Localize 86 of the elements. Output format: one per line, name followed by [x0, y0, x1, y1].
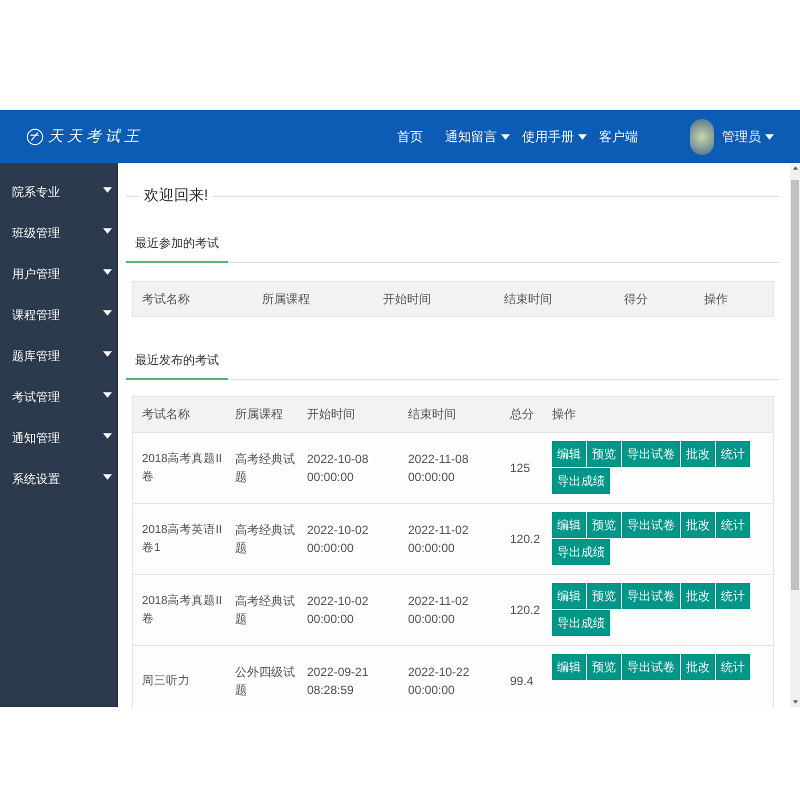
nav-link[interactable]: 通知留言 [445, 126, 510, 146]
action-button[interactable]: 批改 [681, 654, 715, 680]
column-header: 结束时间 [504, 290, 553, 308]
section-tab[interactable]: 最近发布的考试 [126, 350, 228, 380]
table-cell-text: 125 [510, 460, 532, 476]
action-button[interactable]: 导出成绩 [552, 468, 610, 494]
sidebar-item[interactable]: 班级管理 [0, 224, 118, 265]
table-cell-text: 2022-10-02 00:00:00 [307, 592, 368, 628]
table-cell-text: 120.2 [510, 530, 542, 548]
action-button[interactable]: 批改 [681, 512, 715, 538]
table-cell-text: 2022-09-21 08:28:59 [307, 664, 368, 698]
nav-link[interactable]: 首页 [397, 126, 423, 146]
action-button[interactable]: 编辑 [552, 440, 586, 466]
table-cell-text: 99.4 [510, 672, 534, 690]
scroll-down-icon[interactable] [792, 700, 798, 704]
table-cell-text: 2022-10-22 00:00:00 [408, 664, 470, 698]
logo-icon [26, 128, 44, 146]
action-button[interactable]: 批改 [681, 582, 715, 608]
column-header: 得分 [624, 290, 649, 308]
caret-icon [103, 187, 112, 193]
sidebar-item[interactable]: 用户管理 [0, 265, 118, 306]
scroll-up-icon[interactable] [792, 166, 798, 170]
section-tab[interactable]: 最近参加的考试 [126, 234, 228, 262]
action-button[interactable]: 编辑 [552, 582, 586, 608]
table-cell-text: 2022-11-02 00:00:00 [408, 592, 468, 628]
table-cell-text: 2022-11-08 00:00:00 [408, 450, 468, 486]
action-button[interactable]: 统计 [716, 512, 750, 538]
action-button[interactable]: 批改 [681, 440, 715, 466]
caret-icon [103, 310, 112, 316]
action-button[interactable]: 编辑 [552, 512, 586, 538]
table-cell-text: 周三听力 [142, 674, 191, 689]
column-header: 操作 [704, 290, 729, 308]
table-cell-text: 高考经典试题 [235, 522, 296, 556]
action-button[interactable]: 导出成绩 [552, 538, 610, 564]
avatar [690, 118, 714, 154]
table-cell-text: 2022-10-02 00:00:00 [307, 522, 368, 556]
column-header: 所属课程 [235, 406, 284, 423]
sidebar-item[interactable]: 考试管理 [0, 388, 118, 429]
column-header: 操作 [552, 406, 577, 423]
sidebar-item[interactable]: 通知管理 [0, 429, 118, 470]
welcome-title: 欢迎回来! [143, 186, 210, 206]
action-button[interactable]: 导出试卷 [622, 582, 680, 608]
nav-link[interactable]: 客户端 [599, 126, 638, 146]
column-header: 所属课程 [262, 290, 311, 308]
column-header: 考试名称 [142, 290, 191, 308]
action-button[interactable]: 导出试卷 [622, 512, 680, 538]
column-header: 结束时间 [408, 406, 457, 423]
caret-icon [103, 228, 112, 234]
column-header: 总分 [510, 406, 535, 423]
action-button[interactable]: 编辑 [552, 654, 586, 680]
action-button[interactable]: 预览 [587, 512, 621, 538]
column-header: 开始时间 [307, 406, 356, 423]
sidebar-item[interactable]: 系统设置 [0, 470, 118, 511]
action-button[interactable]: 导出试卷 [622, 440, 680, 466]
caret-icon [103, 474, 112, 480]
sidebar-item[interactable]: 题库管理 [0, 347, 118, 388]
table-cell-text: 2022-10-08 00:00:00 [307, 450, 368, 486]
action-button[interactable]: 导出成绩 [552, 610, 610, 636]
table-cell-text: 2018高考真题II卷 [142, 451, 223, 484]
nav-link[interactable]: 使用手册 [522, 126, 587, 146]
action-button[interactable]: 导出试卷 [622, 654, 680, 680]
action-button[interactable]: 预览 [587, 582, 621, 608]
table-cell-text: 高考经典试题 [235, 592, 296, 628]
logo-text: 天天考试王 [48, 126, 143, 148]
table-cell-text: 2022-11-02 00:00:00 [408, 522, 468, 556]
action-button[interactable]: 统计 [716, 440, 750, 466]
caret-icon [103, 351, 112, 357]
scrollbar[interactable] [790, 163, 800, 707]
action-button[interactable]: 统计 [716, 654, 750, 680]
caret-icon [103, 269, 112, 275]
table-cell-text: 120.2 [510, 602, 542, 618]
action-button[interactable]: 预览 [587, 440, 621, 466]
caret-icon [103, 433, 112, 439]
sidebar-item[interactable]: 院系专业 [0, 183, 118, 224]
caret-icon [103, 392, 112, 398]
table-cell-text: 公外四级试题 [235, 664, 296, 698]
column-header: 开始时间 [383, 290, 432, 308]
caret-icon [765, 134, 774, 140]
user-menu[interactable]: 管理员 [722, 126, 774, 146]
action-button[interactable]: 预览 [587, 654, 621, 680]
table-cell-text: 2018高考英语II卷1 [142, 522, 223, 556]
sidebar-item[interactable]: 课程管理 [0, 306, 118, 347]
table-cell-text: 高考经典试题 [235, 450, 296, 486]
table-cell-text: 2018高考真题II卷 [142, 593, 223, 626]
column-header: 考试名称 [142, 406, 191, 423]
action-button[interactable]: 统计 [716, 582, 750, 608]
